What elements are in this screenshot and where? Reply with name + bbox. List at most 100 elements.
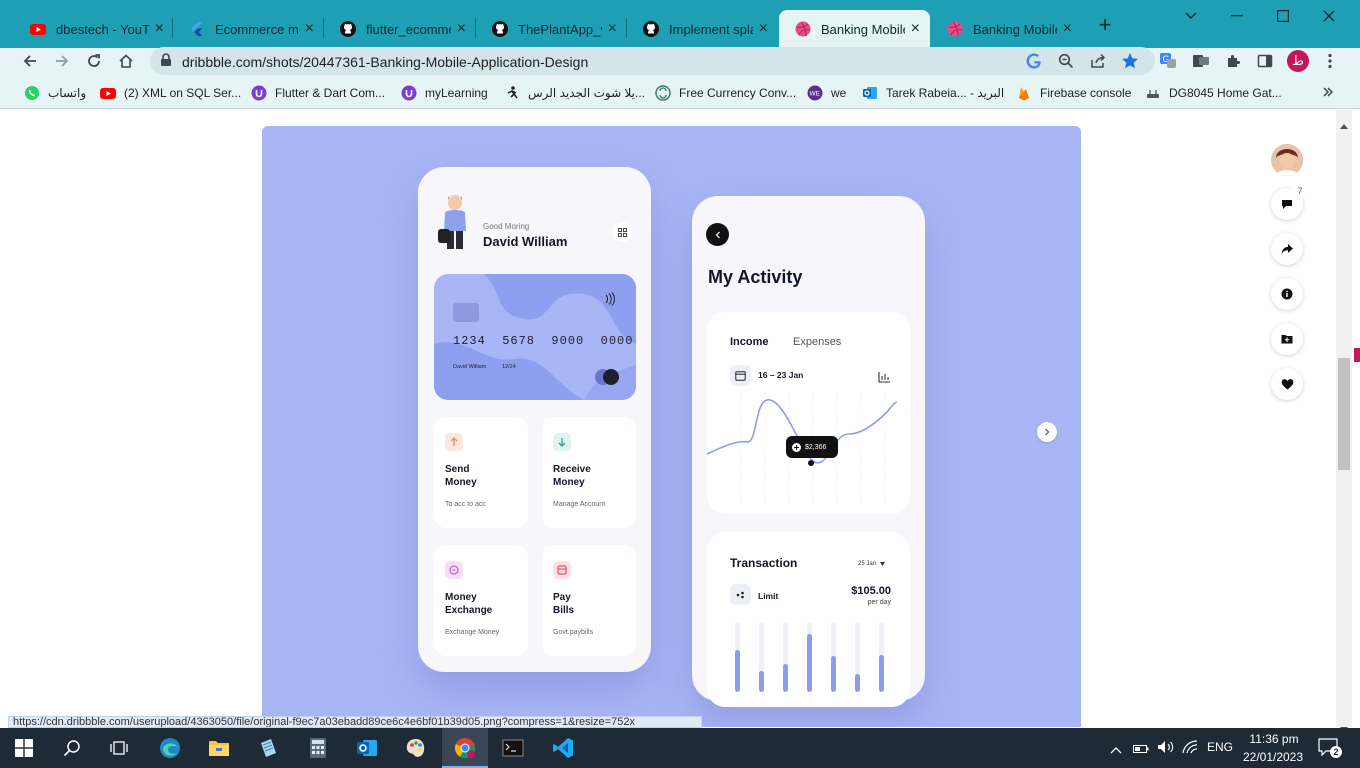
shot-image[interactable]: Good Moring David William 1234 5678 9000…	[262, 126, 1081, 727]
bookmark-currency[interactable]: Free Currency Conv...	[655, 85, 796, 101]
like-button[interactable]	[1271, 368, 1303, 400]
new-tab-button[interactable]: +	[1094, 14, 1116, 36]
limit-bar	[783, 664, 788, 692]
volume-icon[interactable]	[1157, 740, 1175, 754]
vscode-icon[interactable]	[551, 736, 575, 760]
scroll-up-icon[interactable]	[1340, 116, 1348, 129]
file-explorer-icon[interactable]	[207, 736, 231, 760]
send-money-tile[interactable]: Send Money To acc to acc	[434, 417, 528, 528]
forward-button[interactable]	[52, 51, 72, 71]
bookmark-outlook[interactable]: Tarek Rabeia... - البريد	[862, 85, 1004, 101]
google-lens-icon[interactable]	[1024, 51, 1044, 71]
tab-expenses[interactable]: Expenses	[793, 336, 841, 348]
outlook-icon	[862, 85, 878, 101]
close-icon[interactable]: ×	[457, 20, 466, 38]
chrome-icon[interactable]	[453, 736, 477, 760]
tab-dribbble[interactable]: Banking Mobile ×	[931, 10, 1082, 48]
tab-search-button[interactable]	[1168, 0, 1214, 32]
address-text[interactable]: dribbble.com/shots/20447361-Banking-Mobi…	[182, 54, 588, 70]
tab-dribbble-active[interactable]: Banking Mobile ×	[779, 10, 930, 48]
windows-start-icon[interactable]	[12, 736, 36, 760]
bookmark-router[interactable]: DG8045 Home Gat...	[1145, 85, 1282, 101]
bookmark-whatsapp[interactable]: واتساب	[24, 85, 86, 101]
scrollbar-thumb[interactable]	[1338, 358, 1350, 470]
tab-flutter[interactable]: Ecommerce mobile ×	[173, 10, 324, 48]
close-icon[interactable]: ×	[155, 20, 164, 38]
close-window-button[interactable]	[1306, 0, 1352, 32]
receive-money-tile[interactable]: Receive Money Manage Account	[542, 417, 636, 528]
tile-subtitle: To acc to acc	[445, 501, 486, 508]
paint-icon[interactable]	[404, 736, 428, 760]
share-icon[interactable]	[1088, 51, 1108, 71]
wifi-icon[interactable]	[1182, 740, 1200, 754]
task-view-icon[interactable]	[107, 736, 131, 760]
scroll-down-icon[interactable]	[1340, 720, 1348, 732]
grid-icon	[617, 227, 627, 237]
lock-icon[interactable]	[160, 53, 174, 69]
terminal-icon[interactable]	[501, 736, 525, 760]
maximize-button[interactable]	[1260, 0, 1306, 32]
save-to-collection-button[interactable]	[1271, 323, 1303, 355]
bookmark-we[interactable]: WE we	[807, 85, 846, 101]
bookmark-firebase[interactable]: Firebase console	[1016, 85, 1131, 101]
edge-marker	[1354, 348, 1360, 362]
menu-icon[interactable]	[1320, 51, 1340, 71]
tab-github-splash[interactable]: Implement splash ×	[627, 10, 778, 48]
bookmark-youtube-xml[interactable]: (2) XML on SQL Ser...	[100, 85, 241, 101]
bookmark-mylearning[interactable]: myLearning	[401, 85, 488, 101]
office-icon[interactable]	[1191, 51, 1211, 71]
outlook-app-icon[interactable]	[355, 736, 379, 760]
bookmark-label: Firebase console	[1040, 86, 1132, 100]
udemy-icon	[251, 85, 267, 101]
bar-chart-icon[interactable]	[878, 370, 890, 383]
credit-card[interactable]: 1234 5678 9000 0000 David William 12/24	[434, 274, 636, 400]
share-button[interactable]	[1271, 233, 1303, 265]
minimize-button[interactable]	[1214, 0, 1260, 32]
close-icon[interactable]: ×	[608, 20, 617, 38]
bookmark-star-icon[interactable]	[1120, 51, 1140, 71]
zoom-icon[interactable]	[1056, 51, 1076, 71]
reload-button[interactable]	[84, 51, 104, 71]
tab-income[interactable]: Income	[730, 336, 769, 348]
search-icon[interactable]	[60, 736, 84, 760]
tray-chevron-up-icon[interactable]	[1110, 741, 1124, 754]
home-button[interactable]	[116, 51, 136, 71]
transaction-date-select[interactable]: 25 Jan	[858, 561, 886, 567]
limit-bar	[855, 674, 860, 692]
extensions-icon[interactable]	[1223, 51, 1243, 71]
clock-time[interactable]: 11:36 pm	[1243, 732, 1305, 746]
profile-avatar[interactable]: ط	[1287, 50, 1309, 72]
home-icon	[119, 54, 133, 68]
notepad-icon[interactable]	[256, 736, 280, 760]
next-slide-button[interactable]	[1037, 422, 1057, 442]
tab-github-flutter-ecommerce[interactable]: flutter_ecommerce ×	[324, 10, 476, 48]
close-icon[interactable]: ×	[1063, 20, 1072, 38]
tab-github-plantapp[interactable]: ThePlantApp_v2 ×	[476, 10, 627, 48]
money-exchange-tile[interactable]: Money Exchange Exchange Money	[434, 545, 528, 656]
info-button[interactable]	[1271, 278, 1303, 310]
calculator-icon[interactable]	[306, 736, 330, 760]
close-icon[interactable]: ×	[911, 20, 920, 38]
edge-browser-icon[interactable]	[158, 736, 182, 760]
tab-title: flutter_ecommerce	[366, 21, 451, 37]
bookmark-yallashoot[interactable]: يلا شوت الجديد الرس...	[504, 85, 645, 101]
chevron-left-icon	[715, 231, 720, 238]
close-icon[interactable]: ×	[305, 20, 314, 38]
close-icon[interactable]: ×	[759, 20, 768, 38]
pay-bills-tile[interactable]: Pay Bills Govt.paybills	[542, 545, 636, 656]
translate-icon[interactable]: G	[1158, 51, 1178, 71]
bookmark-flutter-course[interactable]: Flutter & Dart Com...	[251, 85, 385, 101]
side-panel-icon[interactable]	[1255, 51, 1275, 71]
tab-youtube[interactable]: dbestech - YouTube ×	[14, 10, 174, 48]
calendar-icon[interactable]	[730, 365, 751, 386]
greeting-text: Good Moring	[483, 222, 530, 231]
qr-button[interactable]	[612, 222, 632, 242]
back-button[interactable]	[706, 223, 729, 246]
back-button[interactable]	[20, 51, 40, 71]
clock-date[interactable]: 22/01/2023	[1240, 750, 1306, 764]
language-indicator[interactable]: ENG	[1207, 740, 1233, 754]
more-bookmarks-icon[interactable]	[1322, 85, 1336, 99]
designer-avatar[interactable]	[1271, 144, 1303, 176]
limit-bar	[807, 634, 812, 692]
battery-icon[interactable]	[1133, 741, 1149, 753]
